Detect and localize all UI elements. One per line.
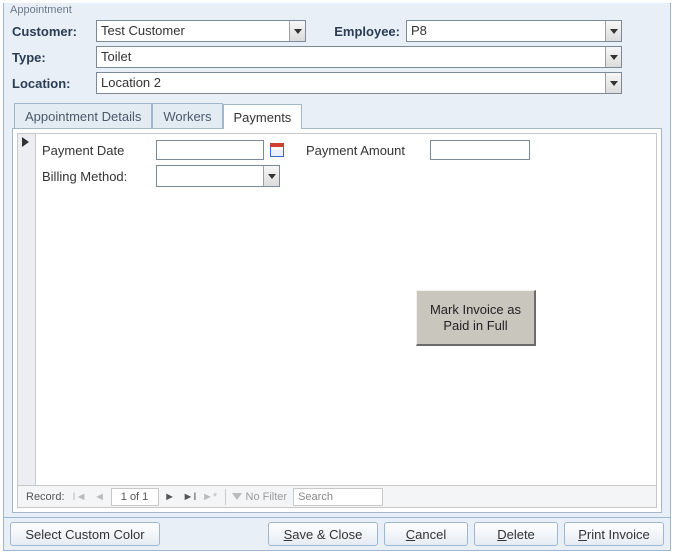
current-record-marker-icon — [22, 137, 29, 147]
nav-next-button[interactable]: ► — [161, 488, 179, 506]
chevron-down-icon — [610, 55, 618, 60]
window-title: Appointment — [4, 3, 670, 16]
print-invoice-button[interactable]: Print Invoice — [564, 522, 664, 546]
type-dropdown-button[interactable] — [605, 47, 621, 67]
record-position[interactable]: 1 of 1 — [111, 488, 159, 506]
customer-combo[interactable]: Test Customer — [96, 20, 306, 42]
header-form: Customer: Test Customer Employee: P8 Typ… — [4, 17, 670, 101]
payment-date-picker-button[interactable] — [268, 141, 286, 159]
employee-dropdown-button[interactable] — [605, 21, 621, 41]
payment-date-label: Payment Date — [42, 143, 152, 158]
billing-method-dropdown-button[interactable] — [263, 166, 279, 186]
billing-method-combo[interactable] — [156, 165, 280, 187]
record-selector[interactable] — [18, 134, 36, 485]
select-custom-color-button[interactable]: Select Custom Color — [10, 522, 160, 546]
chevron-down-icon — [294, 29, 302, 34]
customer-dropdown-button[interactable] — [289, 21, 305, 41]
nav-first-button[interactable]: I◄ — [71, 488, 89, 506]
tab-strip: Appointment Details Workers Payments — [14, 103, 662, 128]
footer-toolbar: Select Custom Color Save & Close Cancel … — [4, 517, 670, 550]
payments-panel: Payment Date Payment Amount Billing Meth… — [12, 128, 662, 513]
tab-appointment-details[interactable]: Appointment Details — [14, 103, 152, 128]
location-dropdown-button[interactable] — [605, 73, 621, 93]
payments-subform: Payment Date Payment Amount Billing Meth… — [17, 133, 657, 508]
subform-body: Payment Date Payment Amount Billing Meth… — [18, 134, 656, 485]
location-label: Location: — [12, 76, 96, 91]
no-filter-text: No Filter — [246, 491, 288, 503]
cancel-button[interactable]: Cancel — [384, 522, 468, 546]
nav-last-button[interactable]: ►I — [181, 488, 199, 506]
save-close-button[interactable]: Save & Close — [268, 522, 378, 546]
nav-separator — [225, 489, 226, 505]
no-filter-indicator: No Filter — [232, 491, 288, 503]
mark-invoice-paid-button[interactable]: Mark Invoice as Paid in Full — [416, 290, 536, 346]
payment-amount-label: Payment Amount — [306, 143, 426, 158]
tab-payments[interactable]: Payments — [223, 104, 303, 129]
type-value: Toilet — [97, 47, 605, 67]
billing-method-value — [157, 166, 263, 186]
filter-icon — [232, 493, 242, 500]
chevron-down-icon — [610, 81, 618, 86]
billing-method-label: Billing Method: — [42, 169, 152, 184]
payment-amount-input[interactable] — [430, 140, 530, 160]
tabs-area: Appointment Details Workers Payments Pay… — [12, 103, 662, 513]
appointment-window: Appointment Customer: Test Customer Empl… — [3, 3, 671, 551]
location-value: Location 2 — [97, 73, 605, 93]
delete-button[interactable]: Delete — [474, 522, 558, 546]
employee-value: P8 — [407, 21, 605, 41]
location-combo[interactable]: Location 2 — [96, 72, 622, 94]
customer-label: Customer: — [12, 24, 96, 39]
payment-date-input[interactable] — [156, 140, 264, 160]
type-combo[interactable]: Toilet — [96, 46, 622, 68]
record-label: Record: — [22, 491, 69, 503]
chevron-down-icon — [610, 29, 618, 34]
chevron-down-icon — [268, 174, 276, 179]
nav-new-button[interactable]: ►* — [201, 488, 219, 506]
nav-prev-button[interactable]: ◄ — [91, 488, 109, 506]
record-navigation-bar: Record: I◄ ◄ 1 of 1 ► ►I ►* No Filter Se… — [18, 485, 656, 507]
customer-value: Test Customer — [97, 21, 289, 41]
type-label: Type: — [12, 50, 96, 65]
payments-detail: Payment Date Payment Amount Billing Meth… — [36, 134, 656, 485]
tab-workers[interactable]: Workers — [152, 103, 222, 128]
employee-combo[interactable]: P8 — [406, 20, 622, 42]
employee-label: Employee: — [306, 24, 406, 39]
calendar-icon — [270, 143, 284, 157]
nav-search-input[interactable]: Search — [293, 488, 383, 506]
